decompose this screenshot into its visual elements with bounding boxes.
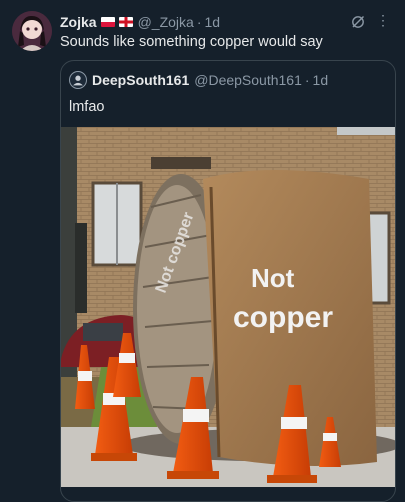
handle[interactable]: @_Zojka <box>138 14 194 30</box>
england-flag-icon <box>118 17 133 27</box>
quoted-display-name[interactable]: DeepSouth161 <box>92 72 189 88</box>
avatar-image <box>12 11 52 51</box>
quoted-tweet[interactable]: DeepSouth161 @DeepSouth161 · 1d lmfao No… <box>60 60 396 502</box>
timestamp[interactable]: 1d <box>204 14 220 30</box>
board-graffiti-not: Not <box>251 263 295 293</box>
quoted-timestamp[interactable]: 1d <box>313 72 329 88</box>
poland-flag-icon <box>100 17 115 27</box>
grok-icon[interactable] <box>351 15 365 29</box>
quoted-handle[interactable]: @DeepSouth161 <box>194 72 302 88</box>
tweet-header: Zojka @_Zojka · 1d ⋮ <box>60 12 393 32</box>
display-name[interactable]: Zojka <box>60 14 97 30</box>
tweet-text: Sounds like something copper would say <box>60 34 323 50</box>
quoted-tweet-photo[interactable]: Not copper Not copper <box>61 127 395 487</box>
more-icon[interactable]: ⋮ <box>376 12 390 29</box>
tweet[interactable]: Zojka @_Zojka · 1d ⋮ Sounds like somethi… <box>0 0 405 502</box>
quoted-separator-dot: · <box>304 72 310 88</box>
board-graffiti-copper: copper <box>233 301 333 334</box>
quoted-tweet-header: DeepSouth161 @DeepSouth161 · 1d <box>69 71 328 89</box>
separator-dot: · <box>196 14 202 30</box>
avatar[interactable] <box>12 11 52 51</box>
quoted-avatar[interactable] <box>69 71 87 89</box>
quoted-tweet-text: lmfao <box>69 99 105 115</box>
